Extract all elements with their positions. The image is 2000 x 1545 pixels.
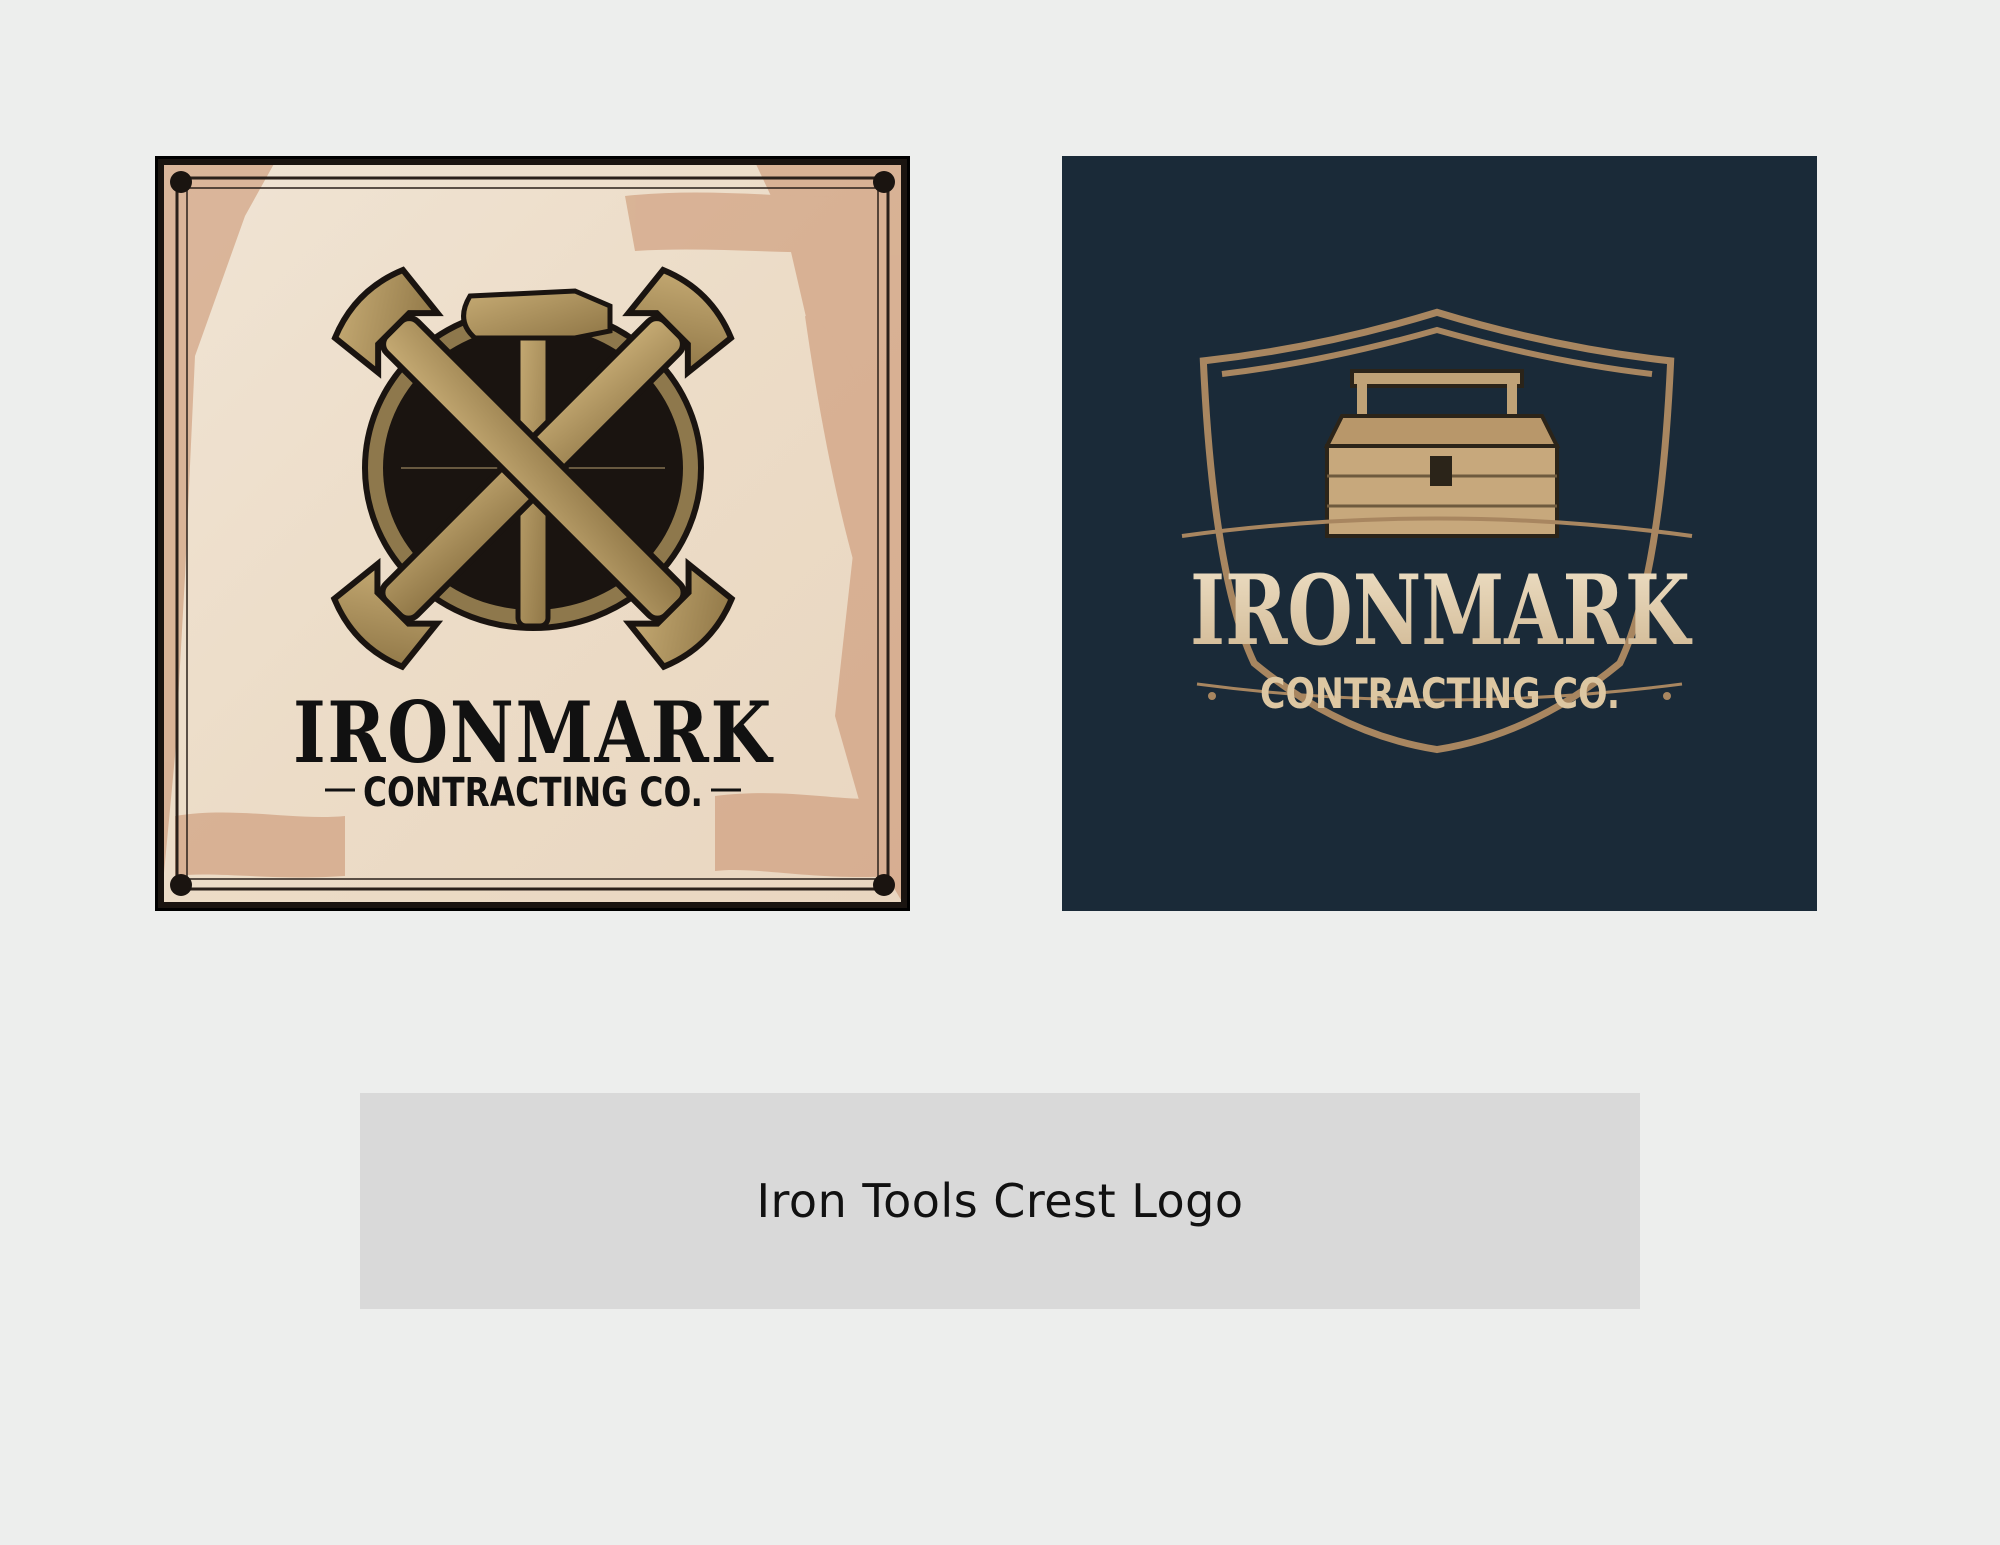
logo-vintage-name: IRONMARK (293, 683, 774, 782)
logo-card-navy: IRONMARK CONTRACTING CO. (1062, 156, 1817, 911)
logo-navy-artwork: IRONMARK CONTRACTING CO. (1062, 156, 1817, 911)
logo-card-vintage: IRONMARK CONTRACTING CO. (155, 156, 910, 911)
caption-box: Iron Tools Crest Logo (360, 1093, 1640, 1309)
logo-navy-subline: CONTRACTING CO. (1260, 669, 1620, 718)
logo-vintage-artwork: IRONMARK CONTRACTING CO. (158, 159, 907, 908)
crossed-wrenches-hammer-icon (330, 266, 736, 671)
logo-navy-name: IRONMARK (1190, 554, 1693, 667)
caption-text: Iron Tools Crest Logo (756, 1174, 1244, 1228)
logo-vintage-subline: CONTRACTING CO. (363, 770, 703, 816)
